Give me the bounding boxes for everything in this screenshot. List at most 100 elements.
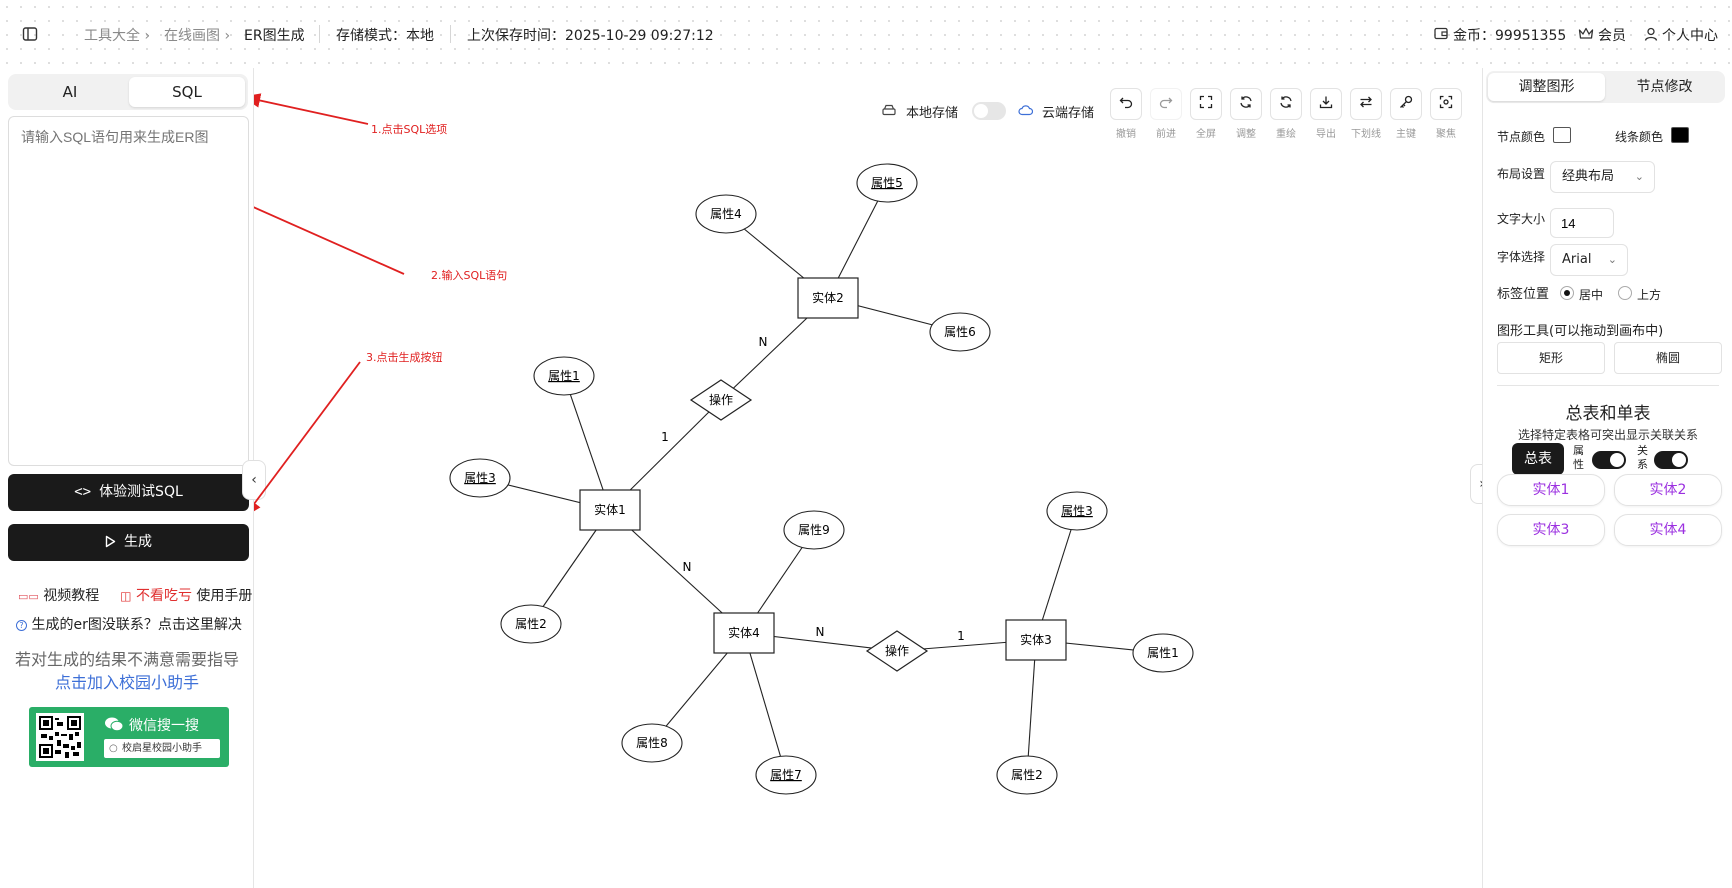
attribute-node[interactable]: 属性3 (1046, 491, 1108, 531)
wechat-search-box: ○ 校启星校园小助手 (104, 739, 220, 758)
attribute-node[interactable]: 属性1 (1132, 633, 1194, 673)
svg-text:操作: 操作 (885, 643, 909, 658)
svg-text:实体2: 实体2 (812, 290, 844, 305)
entity-node[interactable]: 实体2 (797, 277, 859, 319)
drive-icon (882, 104, 896, 120)
label-position-center-text: 居中 (1579, 288, 1604, 302)
sidebar-toggle-icon[interactable] (22, 26, 38, 46)
chevron-down-icon: ⌄ (1607, 253, 1617, 266)
entity-node[interactable]: 实体3 (1005, 619, 1067, 661)
key-icon (1399, 95, 1413, 113)
annotation-step1: 1.点击SQL选项 (371, 123, 448, 136)
relation-node[interactable]: 操作 (865, 630, 929, 672)
tutorial-links: ▭▭ 视频教程 ◫ 不看吃亏 使用手册 (18, 585, 252, 605)
attribute-node[interactable]: 属性8 (621, 723, 683, 763)
tab-ai[interactable]: AI (12, 77, 128, 107)
help-text: 若对生成的结果不满意需要指导 (14, 650, 239, 669)
attribute-node[interactable]: 属性1 (533, 356, 595, 396)
label-position-center-radio[interactable] (1560, 286, 1574, 300)
try-test-sql-button[interactable]: <> 体验测试SQL (8, 474, 249, 511)
line-color-swatch[interactable] (1671, 127, 1689, 143)
entity-node[interactable]: 实体4 (713, 612, 775, 654)
font-family-select[interactable]: Arial ⌄ (1550, 244, 1628, 276)
tab-sql[interactable]: SQL (129, 77, 245, 107)
ellipse-shape-button[interactable]: 椭圆 (1614, 342, 1722, 374)
focus-label: 聚焦 (1436, 129, 1456, 140)
redo-button[interactable] (1150, 88, 1182, 120)
redraw-label: 重绘 (1276, 129, 1296, 140)
shape-tools-label: 图形工具(可以拖动到画布中) (1497, 324, 1664, 339)
label-position-top-radio[interactable] (1618, 286, 1632, 300)
annotation-step3: 3.点击生成按钮 (366, 351, 443, 364)
layout-select[interactable]: 经典布局 ⌄ (1550, 161, 1655, 193)
undo-button[interactable] (1110, 88, 1142, 120)
wechat-search-banner[interactable]: 微信搜一搜 ○ 校启星校园小助手 (29, 707, 229, 767)
manual-link[interactable]: 使用手册 (196, 588, 252, 604)
attribute-node[interactable]: 属性6 (929, 312, 991, 352)
node-color-swatch[interactable] (1553, 127, 1571, 143)
font-size-label: 文字大小 (1497, 212, 1546, 226)
export-button[interactable] (1310, 88, 1342, 120)
join-assistant-link[interactable]: 点击加入校园小助手 (0, 669, 254, 693)
attribute-node[interactable]: 属性7 (755, 755, 817, 795)
underline-label: 下划线 (1351, 129, 1381, 140)
play-icon (105, 526, 116, 563)
entity-filter-button[interactable]: 实体2 (1614, 474, 1722, 506)
tab-adjust-shape[interactable]: 调整图形 (1488, 73, 1605, 101)
input-mode-tabs: AI SQL (8, 74, 248, 110)
rectangle-shape-button[interactable]: 矩形 (1497, 342, 1605, 374)
wechat-search-text: 校启星校园小助手 (122, 743, 202, 754)
tab-node-edit[interactable]: 节点修改 (1606, 73, 1723, 101)
cloud-icon (1018, 104, 1034, 120)
er-canvas[interactable]: N 1 N N 1 操作 操作 实体1 实体2 实体3 实体4 属性1 属性3 … (254, 68, 1482, 888)
video-tutorial-link[interactable]: 视频教程 (43, 588, 99, 604)
primary-key-button[interactable] (1390, 88, 1422, 120)
relation-toggle[interactable] (1654, 451, 1688, 469)
refresh-icon (1279, 95, 1293, 113)
refresh-icon (1239, 95, 1253, 113)
generate-button[interactable]: 生成 (8, 524, 249, 561)
attribute-node[interactable]: 属性2 (996, 755, 1058, 795)
focus-icon (1439, 95, 1453, 113)
wechat-icon (104, 716, 124, 736)
undo-label: 撤销 (1116, 129, 1136, 140)
svg-text:属性8: 属性8 (636, 736, 668, 750)
sql-input[interactable] (8, 116, 249, 466)
dont-miss-text: 不看吃亏 (135, 588, 192, 604)
user-center-link[interactable]: 个人中心 (1662, 25, 1718, 45)
storage-toggle[interactable] (972, 102, 1006, 120)
font-size-input[interactable] (1550, 208, 1614, 238)
download-icon (1319, 95, 1333, 113)
fullscreen-button[interactable] (1190, 88, 1222, 120)
er-diagram[interactable]: N 1 N N 1 操作 操作 实体1 实体2 实体3 实体4 属性1 属性3 … (254, 68, 1482, 888)
vip-link[interactable]: 会员 (1598, 25, 1626, 45)
attribute-node[interactable]: 属性2 (500, 604, 562, 644)
faq-link[interactable]: ? 生成的er图没联系？点击这里解决 (16, 614, 242, 634)
cardinality-label: 1 (661, 430, 669, 444)
entity-filter-button[interactable]: 实体3 (1497, 514, 1605, 546)
focus-button[interactable] (1430, 88, 1462, 120)
attribute-toggle[interactable] (1592, 451, 1626, 469)
primary-key-label: 主键 (1396, 129, 1416, 140)
svg-text:属性9: 属性9 (798, 523, 830, 537)
coin-balance: 金币：99951355 (1453, 28, 1567, 44)
swap-icon (1359, 95, 1373, 113)
entity-filter-button[interactable]: 实体1 (1497, 474, 1605, 506)
relation-node[interactable]: 操作 (689, 379, 753, 421)
attribute-node[interactable]: 属性3 (449, 458, 511, 498)
search-icon: ○ (109, 743, 118, 754)
attribute-node[interactable]: 属性5 (856, 163, 918, 203)
entity-node[interactable]: 实体1 (579, 489, 641, 531)
breadcrumb-current: ER图生成 (244, 28, 305, 44)
breadcrumb-tools[interactable]: 工具大全 › (84, 25, 150, 45)
redraw-button[interactable] (1270, 88, 1302, 120)
export-label: 导出 (1316, 129, 1336, 140)
total-table-button[interactable]: 总表 (1512, 443, 1564, 475)
attribute-node[interactable]: 属性4 (695, 194, 757, 234)
fullscreen-label: 全屏 (1196, 129, 1216, 140)
entity-filter-button[interactable]: 实体4 (1614, 514, 1722, 546)
adjust-button[interactable] (1230, 88, 1262, 120)
attribute-node[interactable]: 属性9 (783, 510, 845, 550)
underline-button[interactable] (1350, 88, 1382, 120)
breadcrumb-draw[interactable]: 在线画图 › (164, 25, 230, 45)
